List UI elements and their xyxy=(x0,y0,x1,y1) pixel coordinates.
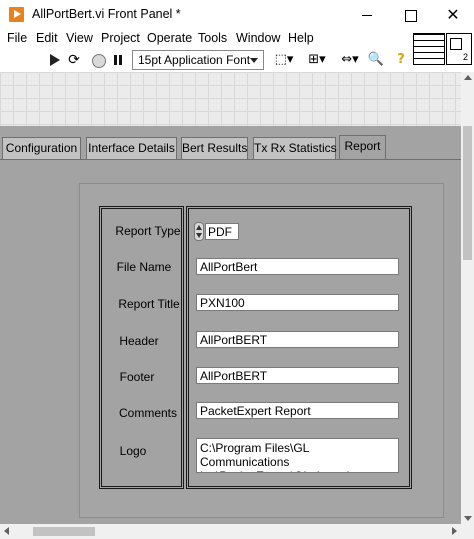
file-name-label: File Name xyxy=(116,260,172,274)
scroll-left-icon[interactable] xyxy=(4,527,9,535)
window-title: AllPortBert.vi Front Panel * xyxy=(32,7,181,21)
scrollbar-corner xyxy=(461,524,474,539)
comments-input[interactable]: PacketExpert Report xyxy=(196,402,399,419)
search-icon[interactable]: 🔍 xyxy=(366,51,386,69)
title-bar: AllPortBert.vi Front Panel * ✕ xyxy=(0,0,474,30)
toolbar: ⟳ 15pt Application Font ⬚▾ ⊞▾ ⇔▾ 🔍 ? xyxy=(0,48,410,72)
resize-objects-icon[interactable]: ⇔▾ xyxy=(336,51,364,69)
menu-bar: File Edit View Project Operate Tools Win… xyxy=(0,29,410,48)
connector-pane-icon[interactable] xyxy=(446,33,472,65)
scroll-right-icon[interactable] xyxy=(452,527,457,535)
tab-bar: Configuration Interface Details Bert Res… xyxy=(0,135,461,161)
vertical-scroll-thumb[interactable] xyxy=(463,126,472,260)
report-type-ring[interactable]: PDF xyxy=(194,222,246,241)
run-continuously-icon[interactable]: ⟳ xyxy=(66,51,82,69)
tab-interface-details[interactable]: Interface Details xyxy=(86,137,177,160)
header-label: Header xyxy=(119,334,159,348)
file-name-input[interactable]: AllPortBert xyxy=(196,258,399,275)
report-type-label: Report Type xyxy=(115,224,181,238)
font-select[interactable]: 15pt Application Font xyxy=(132,50,264,70)
run-arrow-icon[interactable] xyxy=(48,51,62,69)
labview-app-icon xyxy=(9,7,24,22)
close-button[interactable]: ✕ xyxy=(432,0,474,30)
menu-view[interactable]: View xyxy=(66,31,93,45)
tab-report[interactable]: Report xyxy=(339,135,386,161)
pause-icon[interactable] xyxy=(111,51,125,69)
context-help-icon[interactable]: ? xyxy=(394,51,408,69)
chevron-down-icon xyxy=(250,58,258,63)
horizontal-scroll-thumb[interactable] xyxy=(33,527,95,536)
vi-icon[interactable] xyxy=(413,33,445,65)
tab-bert-results[interactable]: Bert Results xyxy=(181,137,248,160)
ring-increment-icon[interactable] xyxy=(194,222,204,241)
distribute-objects-icon[interactable]: ⊞▾ xyxy=(303,51,331,69)
front-panel-grid xyxy=(0,72,461,126)
report-type-value: PDF xyxy=(205,223,239,240)
scroll-down-icon[interactable] xyxy=(464,516,472,521)
abort-icon[interactable] xyxy=(91,51,106,69)
logo-label: Logo xyxy=(119,444,147,458)
horizontal-scrollbar[interactable] xyxy=(0,524,461,539)
menu-tools[interactable]: Tools xyxy=(198,31,227,45)
header-input[interactable]: AllPortBERT xyxy=(196,331,399,348)
menu-operate[interactable]: Operate xyxy=(147,31,192,45)
vertical-scrollbar[interactable] xyxy=(461,72,474,524)
minimize-button[interactable] xyxy=(346,0,388,30)
tab-configuration[interactable]: Configuration xyxy=(2,137,81,160)
footer-label: Footer xyxy=(119,370,155,384)
logo-path-input[interactable]: C:\Program Files\GL Communications Inc\P… xyxy=(196,438,399,473)
scroll-up-icon[interactable] xyxy=(464,75,472,80)
tab-tx-rx-statistics[interactable]: Tx Rx Statistics xyxy=(253,137,337,160)
menu-help[interactable]: Help xyxy=(288,31,314,45)
align-objects-icon[interactable]: ⬚▾ xyxy=(270,51,298,69)
comments-label: Comments xyxy=(118,406,177,420)
menu-edit[interactable]: Edit xyxy=(36,31,58,45)
menu-project[interactable]: Project xyxy=(101,31,140,45)
menu-window[interactable]: Window xyxy=(236,31,280,45)
menu-file[interactable]: File xyxy=(7,31,27,45)
footer-input[interactable]: AllPortBERT xyxy=(196,367,399,384)
font-select-value: 15pt Application Font xyxy=(138,53,251,67)
maximize-button[interactable] xyxy=(389,0,431,30)
report-title-input[interactable]: PXN100 xyxy=(196,294,399,311)
report-title-label: Report Title xyxy=(118,297,180,311)
